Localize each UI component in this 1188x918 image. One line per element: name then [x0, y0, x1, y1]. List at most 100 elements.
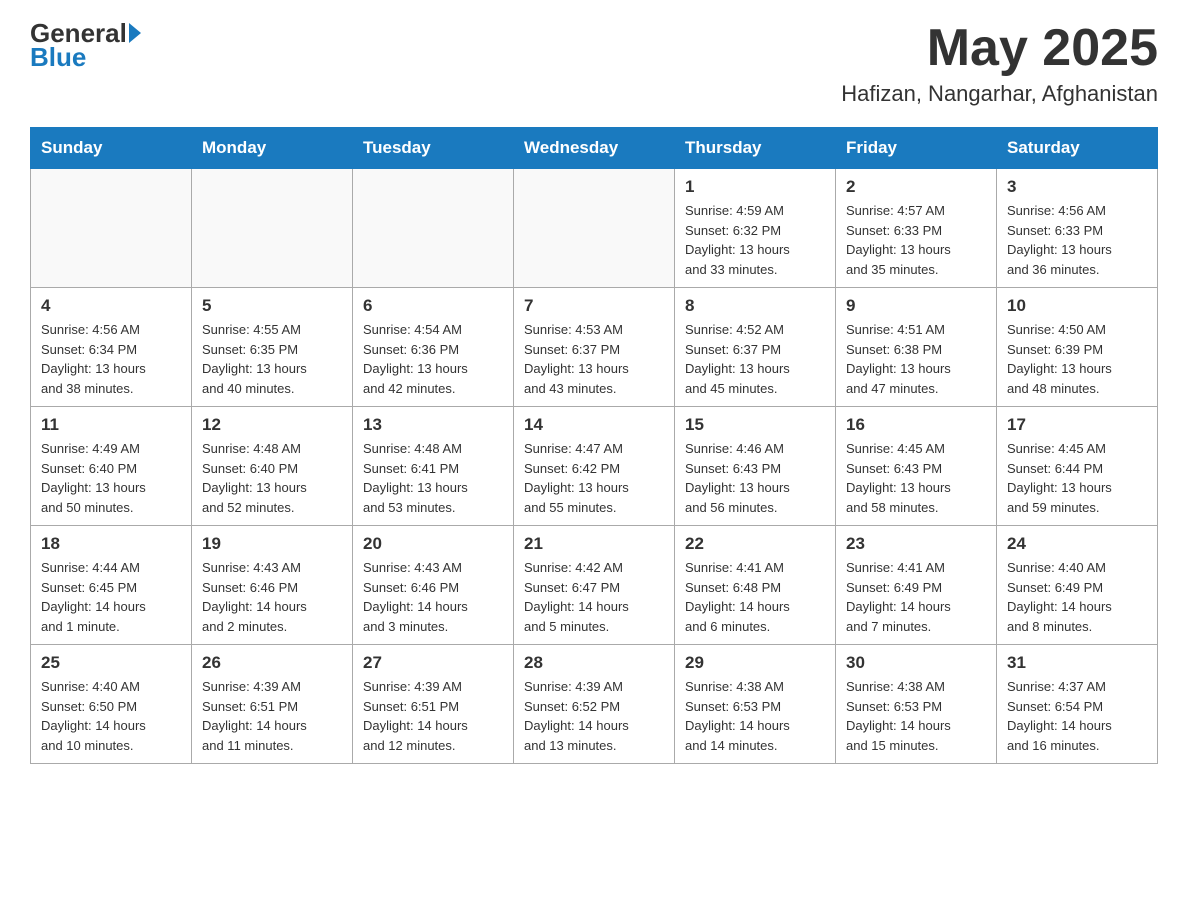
weekday-header-saturday: Saturday	[997, 128, 1158, 169]
calendar-cell: 16 Sunrise: 4:45 AM Sunset: 6:43 PM Dayli…	[836, 407, 997, 526]
day-info: Sunrise: 4:48 AM Sunset: 6:41 PM Dayligh…	[363, 439, 503, 517]
day-number: 7	[524, 296, 664, 316]
calendar-cell: 23 Sunrise: 4:41 AM Sunset: 6:49 PM Dayli…	[836, 526, 997, 645]
day-number: 3	[1007, 177, 1147, 197]
day-number: 15	[685, 415, 825, 435]
calendar-cell: 9 Sunrise: 4:51 AM Sunset: 6:38 PM Daylig…	[836, 288, 997, 407]
day-number: 5	[202, 296, 342, 316]
calendar-cell: 20Sunrise: 4:43 AM Sunset: 6:46 PM Dayli…	[353, 526, 514, 645]
day-info: Sunrise: 4:51 AM Sunset: 6:38 PM Dayligh…	[846, 320, 986, 398]
weekday-header-thursday: Thursday	[675, 128, 836, 169]
calendar-cell	[192, 169, 353, 288]
calendar-cell: 22 Sunrise: 4:41 AM Sunset: 6:48 PM Dayli…	[675, 526, 836, 645]
day-number: 4	[41, 296, 181, 316]
day-info: Sunrise: 4:55 AM Sunset: 6:35 PM Dayligh…	[202, 320, 342, 398]
day-info: Sunrise: 4:39 AM Sunset: 6:51 PM Dayligh…	[202, 677, 342, 755]
calendar-cell: 13 Sunrise: 4:48 AM Sunset: 6:41 PM Dayli…	[353, 407, 514, 526]
day-info: Sunrise: 4:37 AM Sunset: 6:54 PM Dayligh…	[1007, 677, 1147, 755]
day-number: 23	[846, 534, 986, 554]
day-number: 30	[846, 653, 986, 673]
calendar-cell: 2 Sunrise: 4:57 AM Sunset: 6:33 PM Daylig…	[836, 169, 997, 288]
calendar-cell: 31 Sunrise: 4:37 AM Sunset: 6:54 PM Dayli…	[997, 645, 1158, 764]
day-info: Sunrise: 4:45 AM Sunset: 6:43 PM Dayligh…	[846, 439, 986, 517]
calendar-cell: 19Sunrise: 4:43 AM Sunset: 6:46 PM Dayli…	[192, 526, 353, 645]
day-info: Sunrise: 4:59 AM Sunset: 6:32 PM Dayligh…	[685, 201, 825, 279]
title-section: May 2025 Hafizan, Nangarhar, Afghanistan	[841, 20, 1158, 107]
day-info: Sunrise: 4:57 AM Sunset: 6:33 PM Dayligh…	[846, 201, 986, 279]
day-info: Sunrise: 4:38 AM Sunset: 6:53 PM Dayligh…	[846, 677, 986, 755]
calendar-cell: 27 Sunrise: 4:39 AM Sunset: 6:51 PM Dayli…	[353, 645, 514, 764]
day-number: 14	[524, 415, 664, 435]
day-info: Sunrise: 4:50 AM Sunset: 6:39 PM Dayligh…	[1007, 320, 1147, 398]
day-info: Sunrise: 4:56 AM Sunset: 6:34 PM Dayligh…	[41, 320, 181, 398]
logo-arrow-icon	[129, 23, 141, 43]
day-info: Sunrise: 4:41 AM Sunset: 6:49 PM Dayligh…	[846, 558, 986, 636]
calendar-cell: 18 Sunrise: 4:44 AM Sunset: 6:45 PM Dayli…	[31, 526, 192, 645]
day-number: 25	[41, 653, 181, 673]
calendar-cell: 21Sunrise: 4:42 AM Sunset: 6:47 PM Dayli…	[514, 526, 675, 645]
day-info: Sunrise: 4:45 AM Sunset: 6:44 PM Dayligh…	[1007, 439, 1147, 517]
calendar-week-4: 18 Sunrise: 4:44 AM Sunset: 6:45 PM Dayli…	[31, 526, 1158, 645]
calendar-cell: 15Sunrise: 4:46 AM Sunset: 6:43 PM Dayli…	[675, 407, 836, 526]
weekday-header-monday: Monday	[192, 128, 353, 169]
day-number: 26	[202, 653, 342, 673]
day-number: 18	[41, 534, 181, 554]
day-info: Sunrise: 4:49 AM Sunset: 6:40 PM Dayligh…	[41, 439, 181, 517]
calendar-cell: 7 Sunrise: 4:53 AM Sunset: 6:37 PM Daylig…	[514, 288, 675, 407]
calendar-cell	[514, 169, 675, 288]
logo-blue: Blue	[30, 42, 141, 73]
day-info: Sunrise: 4:39 AM Sunset: 6:51 PM Dayligh…	[363, 677, 503, 755]
day-number: 12	[202, 415, 342, 435]
weekday-header-wednesday: Wednesday	[514, 128, 675, 169]
day-info: Sunrise: 4:48 AM Sunset: 6:40 PM Dayligh…	[202, 439, 342, 517]
weekday-header-friday: Friday	[836, 128, 997, 169]
day-info: Sunrise: 4:56 AM Sunset: 6:33 PM Dayligh…	[1007, 201, 1147, 279]
day-number: 6	[363, 296, 503, 316]
calendar-cell: 11 Sunrise: 4:49 AM Sunset: 6:40 PM Dayli…	[31, 407, 192, 526]
day-number: 22	[685, 534, 825, 554]
day-info: Sunrise: 4:43 AM Sunset: 6:46 PM Dayligh…	[363, 558, 503, 636]
day-info: Sunrise: 4:38 AM Sunset: 6:53 PM Dayligh…	[685, 677, 825, 755]
calendar-week-1: 1 Sunrise: 4:59 AM Sunset: 6:32 PM Daylig…	[31, 169, 1158, 288]
day-number: 17	[1007, 415, 1147, 435]
day-info: Sunrise: 4:43 AM Sunset: 6:46 PM Dayligh…	[202, 558, 342, 636]
logo: General Blue	[30, 20, 141, 73]
weekday-header-row: SundayMondayTuesdayWednesdayThursdayFrid…	[31, 128, 1158, 169]
calendar-cell: 1 Sunrise: 4:59 AM Sunset: 6:32 PM Daylig…	[675, 169, 836, 288]
day-number: 11	[41, 415, 181, 435]
calendar-cell: 4 Sunrise: 4:56 AM Sunset: 6:34 PM Daylig…	[31, 288, 192, 407]
calendar-week-5: 25Sunrise: 4:40 AM Sunset: 6:50 PM Dayli…	[31, 645, 1158, 764]
calendar-cell: 6 Sunrise: 4:54 AM Sunset: 6:36 PM Daylig…	[353, 288, 514, 407]
calendar-cell: 17 Sunrise: 4:45 AM Sunset: 6:44 PM Dayli…	[997, 407, 1158, 526]
day-info: Sunrise: 4:53 AM Sunset: 6:37 PM Dayligh…	[524, 320, 664, 398]
day-number: 1	[685, 177, 825, 197]
calendar-header: SundayMondayTuesdayWednesdayThursdayFrid…	[31, 128, 1158, 169]
day-info: Sunrise: 4:42 AM Sunset: 6:47 PM Dayligh…	[524, 558, 664, 636]
calendar-cell	[31, 169, 192, 288]
calendar-cell: 14Sunrise: 4:47 AM Sunset: 6:42 PM Dayli…	[514, 407, 675, 526]
day-info: Sunrise: 4:52 AM Sunset: 6:37 PM Dayligh…	[685, 320, 825, 398]
calendar-cell: 5 Sunrise: 4:55 AM Sunset: 6:35 PM Daylig…	[192, 288, 353, 407]
weekday-header-tuesday: Tuesday	[353, 128, 514, 169]
calendar-cell: 12 Sunrise: 4:48 AM Sunset: 6:40 PM Dayli…	[192, 407, 353, 526]
calendar-cell: 29Sunrise: 4:38 AM Sunset: 6:53 PM Dayli…	[675, 645, 836, 764]
calendar-cell	[353, 169, 514, 288]
day-number: 13	[363, 415, 503, 435]
day-info: Sunrise: 4:44 AM Sunset: 6:45 PM Dayligh…	[41, 558, 181, 636]
calendar-cell: 8Sunrise: 4:52 AM Sunset: 6:37 PM Daylig…	[675, 288, 836, 407]
calendar-table: SundayMondayTuesdayWednesdayThursdayFrid…	[30, 127, 1158, 764]
day-info: Sunrise: 4:54 AM Sunset: 6:36 PM Dayligh…	[363, 320, 503, 398]
day-number: 2	[846, 177, 986, 197]
day-number: 10	[1007, 296, 1147, 316]
day-info: Sunrise: 4:40 AM Sunset: 6:49 PM Dayligh…	[1007, 558, 1147, 636]
calendar-cell: 30 Sunrise: 4:38 AM Sunset: 6:53 PM Dayli…	[836, 645, 997, 764]
day-number: 16	[846, 415, 986, 435]
day-info: Sunrise: 4:41 AM Sunset: 6:48 PM Dayligh…	[685, 558, 825, 636]
day-number: 31	[1007, 653, 1147, 673]
page-header: General Blue May 2025 Hafizan, Nangarhar…	[30, 20, 1158, 107]
day-number: 27	[363, 653, 503, 673]
calendar-week-3: 11 Sunrise: 4:49 AM Sunset: 6:40 PM Dayli…	[31, 407, 1158, 526]
calendar-cell: 28Sunrise: 4:39 AM Sunset: 6:52 PM Dayli…	[514, 645, 675, 764]
calendar-cell: 25Sunrise: 4:40 AM Sunset: 6:50 PM Dayli…	[31, 645, 192, 764]
day-number: 9	[846, 296, 986, 316]
